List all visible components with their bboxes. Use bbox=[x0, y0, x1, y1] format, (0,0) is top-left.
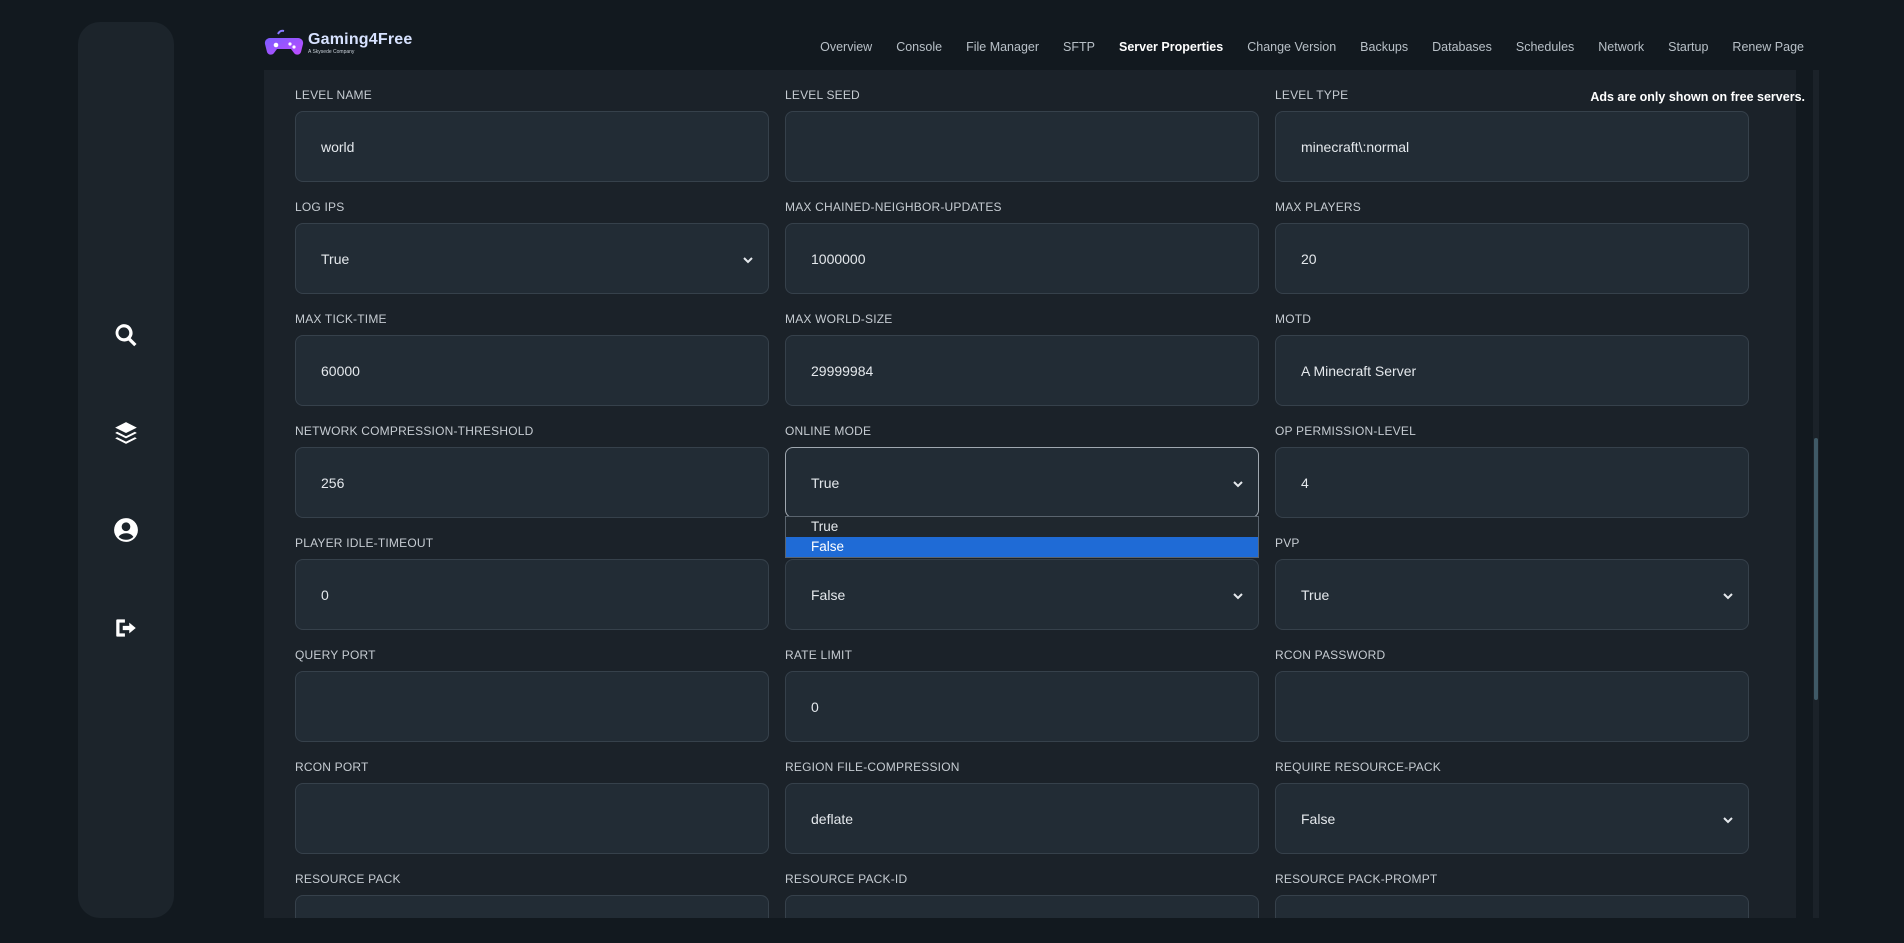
max-world-size-value: 29999984 bbox=[811, 362, 874, 379]
dropdown-option-false[interactable]: False bbox=[786, 537, 1258, 557]
log-ips-label: LOG IPS bbox=[295, 200, 345, 214]
rcon-password-label: RCON PASSWORD bbox=[1275, 648, 1386, 662]
network-compression-threshold-label: NETWORK COMPRESSION-THRESHOLD bbox=[295, 424, 534, 438]
dropdown-option-true[interactable]: True bbox=[786, 517, 1258, 537]
level-type-value: minecraft\:normal bbox=[1301, 138, 1410, 155]
max-world-size-input[interactable]: 29999984 bbox=[785, 335, 1259, 406]
rcon-port-label: RCON PORT bbox=[295, 760, 369, 774]
ads-notice: Ads are only shown on free servers. bbox=[1590, 90, 1805, 104]
max-world-size-label: MAX WORLD-SIZE bbox=[785, 312, 893, 326]
top-bar: Gaming4Free A Skysede Company Overview Co… bbox=[264, 0, 1804, 70]
gamepad-icon bbox=[264, 28, 304, 58]
max-chained-neighbor-updates-label: MAX CHAINED-NEIGHBOR-UPDATES bbox=[785, 200, 1002, 214]
nav-tab-change-version[interactable]: Change Version bbox=[1247, 40, 1336, 54]
max-tick-time-input[interactable]: 60000 bbox=[295, 335, 769, 406]
brand-name: Gaming4Free bbox=[308, 30, 413, 48]
require-resource-pack-select[interactable]: False bbox=[1275, 783, 1749, 854]
level-name-input[interactable]: world bbox=[295, 111, 769, 182]
op-permission-level-label: OP PERMISSION-LEVEL bbox=[1275, 424, 1416, 438]
pvp-label: PVP bbox=[1275, 536, 1300, 550]
resource-pack-id-label: RESOURCE PACK-ID bbox=[785, 872, 908, 886]
level-name-value: world bbox=[321, 138, 355, 155]
resource-pack-prompt-input[interactable] bbox=[1275, 895, 1749, 918]
layers-icon[interactable] bbox=[112, 419, 140, 447]
field-13-select[interactable]: False bbox=[785, 559, 1259, 630]
nav-tab-databases[interactable]: Databases bbox=[1432, 40, 1492, 54]
nav-tab-startup[interactable]: Startup bbox=[1668, 40, 1708, 54]
player-idle-timeout-input[interactable]: 0 bbox=[295, 559, 769, 630]
op-permission-level-input[interactable]: 4 bbox=[1275, 447, 1749, 518]
online-mode-value: True bbox=[811, 474, 840, 491]
player-idle-timeout-label: PLAYER IDLE-TIMEOUT bbox=[295, 536, 434, 550]
max-chained-neighbor-updates-input[interactable]: 1000000 bbox=[785, 223, 1259, 294]
level-name-label: LEVEL NAME bbox=[295, 88, 372, 102]
resource-pack-label: RESOURCE PACK bbox=[295, 872, 401, 886]
pvp-value: True bbox=[1301, 586, 1330, 603]
sidebar bbox=[78, 22, 174, 918]
motd-value: A Minecraft Server bbox=[1301, 362, 1417, 379]
max-chained-neighbor-updates-value: 1000000 bbox=[811, 250, 866, 267]
nav-tab-sftp[interactable]: SFTP bbox=[1063, 40, 1095, 54]
chevron-down-icon bbox=[1232, 477, 1244, 489]
player-idle-timeout-value: 0 bbox=[321, 586, 329, 603]
level-seed-input[interactable] bbox=[785, 111, 1259, 182]
nav-tab-renew-page[interactable]: Renew Page bbox=[1732, 40, 1804, 54]
main-nav: Overview Console File Manager SFTP Server Pr… bbox=[796, 40, 1804, 54]
logout-icon[interactable] bbox=[112, 614, 140, 642]
chevron-down-icon bbox=[742, 253, 754, 265]
require-resource-pack-label: REQUIRE RESOURCE-PACK bbox=[1275, 760, 1442, 774]
max-players-value: 20 bbox=[1301, 250, 1317, 267]
network-compression-threshold-input[interactable]: 256 bbox=[295, 447, 769, 518]
rate-limit-value: 0 bbox=[811, 698, 819, 715]
level-type-label: LEVEL TYPE bbox=[1275, 88, 1349, 102]
brand-logo[interactable]: Gaming4Free A Skysede Company bbox=[264, 26, 412, 60]
motd-label: MOTD bbox=[1275, 312, 1312, 326]
max-players-input[interactable]: 20 bbox=[1275, 223, 1749, 294]
pvp-select[interactable]: True bbox=[1275, 559, 1749, 630]
nav-tab-console[interactable]: Console bbox=[896, 40, 942, 54]
online-mode-label: ONLINE MODE bbox=[785, 424, 872, 438]
nav-tab-backups[interactable]: Backups bbox=[1360, 40, 1408, 54]
max-tick-time-value: 60000 bbox=[321, 362, 360, 379]
require-resource-pack-value: False bbox=[1301, 810, 1336, 827]
query-port-input[interactable] bbox=[295, 671, 769, 742]
field-13-value: False bbox=[811, 586, 846, 603]
rcon-password-input[interactable] bbox=[1275, 671, 1749, 742]
user-circle-icon[interactable] bbox=[112, 516, 140, 544]
query-port-label: QUERY PORT bbox=[295, 648, 376, 662]
nav-tab-file-manager[interactable]: File Manager bbox=[966, 40, 1039, 54]
max-tick-time-label: MAX TICK-TIME bbox=[295, 312, 387, 326]
rate-limit-input[interactable]: 0 bbox=[785, 671, 1259, 742]
rcon-port-input[interactable] bbox=[295, 783, 769, 854]
chevron-down-icon bbox=[1722, 589, 1734, 601]
resource-pack-id-input[interactable] bbox=[785, 895, 1259, 918]
chevron-down-icon bbox=[1232, 589, 1244, 601]
rate-limit-label: RATE LIMIT bbox=[785, 648, 853, 662]
nav-tab-network[interactable]: Network bbox=[1598, 40, 1644, 54]
nav-tab-server-properties[interactable]: Server Properties bbox=[1119, 40, 1223, 54]
online-mode-dropdown-list[interactable]: True False bbox=[785, 516, 1259, 558]
network-compression-threshold-value: 256 bbox=[321, 474, 345, 491]
op-permission-level-value: 4 bbox=[1301, 474, 1309, 491]
online-mode-select[interactable]: True bbox=[785, 447, 1259, 518]
resource-pack-input[interactable] bbox=[295, 895, 769, 918]
level-seed-label: LEVEL SEED bbox=[785, 88, 860, 102]
log-ips-value: True bbox=[321, 250, 350, 267]
log-ips-select[interactable]: True bbox=[295, 223, 769, 294]
brand-tagline: A Skysede Company bbox=[308, 48, 355, 55]
server-properties-panel: LEVEL NAME world LEVEL SEED LEVEL TYPE minec… bbox=[264, 70, 1796, 918]
nav-tab-overview[interactable]: Overview bbox=[820, 40, 872, 54]
search-icon[interactable] bbox=[112, 321, 140, 349]
motd-input[interactable]: A Minecraft Server bbox=[1275, 335, 1749, 406]
region-file-compression-label: REGION FILE-COMPRESSION bbox=[785, 760, 960, 774]
nav-tab-schedules[interactable]: Schedules bbox=[1516, 40, 1574, 54]
region-file-compression-input[interactable]: deflate bbox=[785, 783, 1259, 854]
max-players-label: MAX PLAYERS bbox=[1275, 200, 1362, 214]
chevron-down-icon bbox=[1722, 813, 1734, 825]
region-file-compression-value: deflate bbox=[811, 810, 854, 827]
level-type-input[interactable]: minecraft\:normal bbox=[1275, 111, 1749, 182]
scrollbar-thumb[interactable] bbox=[1814, 438, 1818, 700]
resource-pack-prompt-label: RESOURCE PACK-PROMPT bbox=[1275, 872, 1438, 886]
